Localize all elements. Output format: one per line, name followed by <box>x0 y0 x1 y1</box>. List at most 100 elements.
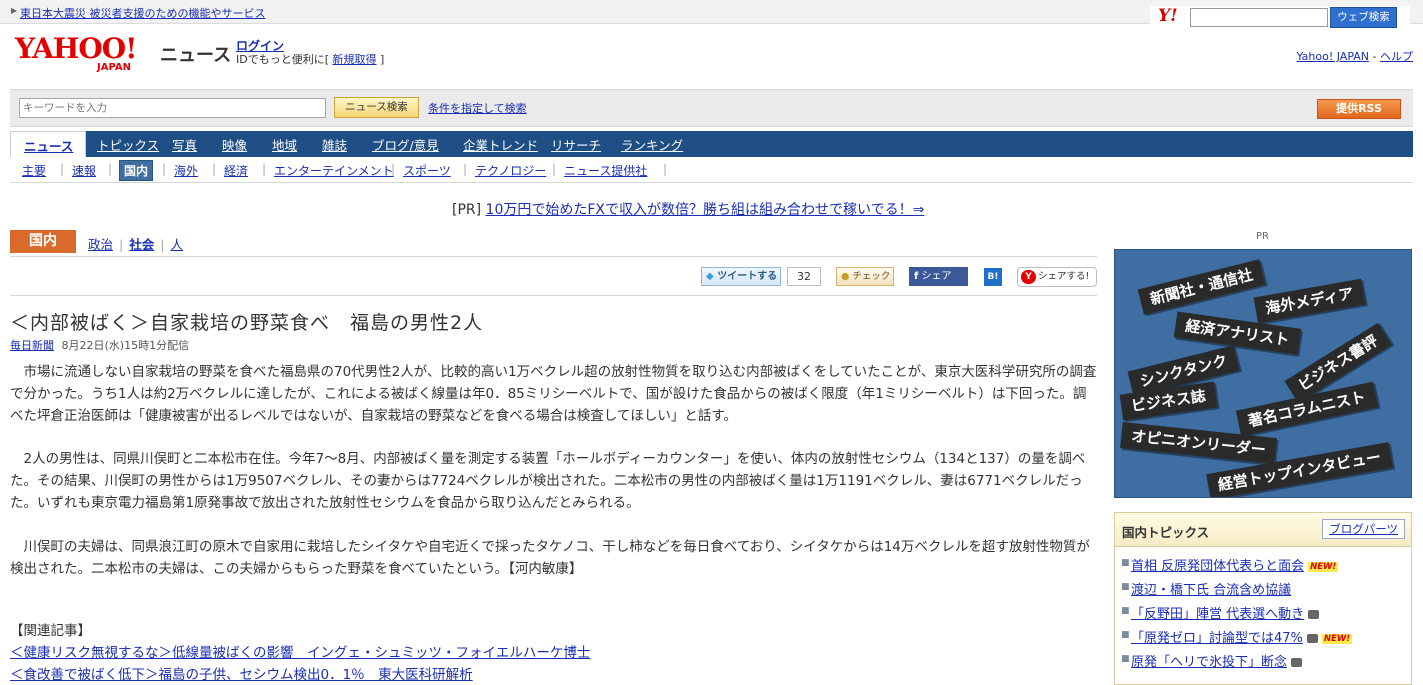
id-suffix: ] <box>380 53 385 66</box>
topic-link[interactable]: 「原発ゼロ」討論型では47% <box>1131 631 1303 646</box>
subnav-economy[interactable]: 経済 <box>224 162 248 179</box>
tweet-button[interactable]: ◆ ツイートする <box>701 267 781 286</box>
subnav-entertainment[interactable]: エンターテインメント <box>274 162 394 179</box>
web-search-button[interactable]: ウェブ検索 <box>1330 7 1397 28</box>
subnav-sep: | <box>262 162 267 176</box>
topics-header: 国内トピックス ブログパーツ <box>1115 513 1411 547</box>
yahoo-share-button[interactable]: Y シェアする! <box>1017 267 1097 287</box>
subnav-sep: | <box>663 162 668 176</box>
news-search-bar: ニュース検索 条件を指定して検索 提供RSS <box>10 89 1413 127</box>
nav-tab-news-label: ニュース <box>24 139 74 154</box>
nav-tab-blog[interactable]: ブログ/意見 <box>372 135 439 154</box>
nav-tab-topics[interactable]: トピックス <box>97 135 159 154</box>
subnav-providers[interactable]: ニュース提供社 <box>564 162 647 179</box>
nav-tab-video[interactable]: 映像 <box>222 135 247 154</box>
category-badge: 国内 <box>10 230 76 253</box>
yahoo-share-label: シェアする! <box>1038 271 1090 282</box>
subnav-sep: | <box>463 162 468 176</box>
article-date: 8月22日(水)15時1分配信 <box>61 339 190 352</box>
related-link[interactable]: ＜食改善で被ばく低下＞福島の子供、セシウム検出0．1％ 東大医科研解析 <box>10 664 590 685</box>
nav-tab-magazines[interactable]: 雑誌 <box>322 135 347 154</box>
nav-tab-photos[interactable]: 写真 <box>172 135 197 154</box>
pr-prefix: [PR] <box>452 202 482 218</box>
camera-icon <box>1308 610 1320 619</box>
news-search-button[interactable]: ニュース検索 <box>334 97 419 118</box>
topic-item: ■ 原発「ヘリで氷投下」断念 <box>1121 651 1411 675</box>
subnav-flash[interactable]: 速報 <box>72 162 96 179</box>
bullet-icon: ■ <box>1121 654 1130 664</box>
subnav-sports[interactable]: スポーツ <box>403 162 451 179</box>
new-badge: NEW! <box>1308 562 1339 572</box>
related-heading: 【関連記事】 <box>10 623 91 639</box>
disaster-support-link[interactable]: 東日本大震災 被災者支援のための機能やサービス <box>20 5 266 21</box>
nav-tab-news[interactable]: ニュース <box>10 131 86 157</box>
triangle-icon: ▶ <box>11 6 18 15</box>
bullet-icon: ■ <box>1121 582 1130 592</box>
help-link[interactable]: ヘルプ <box>1380 50 1413 63</box>
sidebar-pr-label: PR <box>1256 231 1269 242</box>
subnav-technology[interactable]: テクノロジー <box>475 162 546 179</box>
subnav-sep: | <box>162 162 167 176</box>
yahoo-japan-link[interactable]: Yahoo! JAPAN <box>1296 50 1369 63</box>
divider <box>10 295 1097 296</box>
blog-parts-button[interactable]: ブログパーツ <box>1322 519 1405 539</box>
subnav-sep: | <box>108 162 113 176</box>
article-body: 市場に流通しない自家栽培の野菜を食べた福島県の70代男性2人が、比較的高い1万ベ… <box>10 362 1097 602</box>
bullet-icon: ■ <box>1121 630 1130 640</box>
facebook-label: シェア <box>921 271 952 282</box>
yahoo-japan-logo[interactable]: YAHOO! JAPAN <box>15 35 157 75</box>
logo-main: YAHOO! <box>15 32 137 65</box>
news-search-input[interactable] <box>19 98 326 118</box>
topic-link[interactable]: 首相 反原発団体代表らと面会 <box>1131 559 1304 574</box>
rss-button[interactable]: 提供RSS <box>1317 99 1401 119</box>
topic-link[interactable]: 原発「ヘリで氷投下」断念 <box>1131 655 1287 670</box>
nav-tab-local[interactable]: 地域 <box>272 135 297 154</box>
article-source-link[interactable]: 毎日新聞 <box>10 339 54 352</box>
tweet-label: ツイートする <box>717 271 778 282</box>
mixi-icon: ● <box>841 271 850 282</box>
media-ad-banner[interactable]: 新聞社・通信社 海外メディア 経済アナリスト シンクタンク ビジネス書評 ビジネ… <box>1114 249 1412 498</box>
yahoo-mini-logo: Y! <box>1158 6 1178 26</box>
header-sep: - <box>1372 50 1377 63</box>
topics-title: 国内トピックス <box>1122 525 1210 540</box>
facebook-share-button[interactable]: f シェア <box>909 267 968 286</box>
tweet-count: 32 <box>787 267 821 286</box>
article-paragraph: 市場に流通しない自家栽培の野菜を食べた福島県の70代男性2人が、比較的高い1万ベ… <box>10 364 1097 424</box>
twitter-bird-icon: ◆ <box>706 271 714 282</box>
topics-list: ■ 首相 反原発団体代表らと面会 NEW! ■ 渡辺・橋下氏 合流含め協議 ■ 「反野田… <box>1115 547 1411 675</box>
logo-sub: JAPAN <box>97 62 131 73</box>
id-prefix: IDでもっと便利に[ <box>236 53 330 66</box>
sub-nav: 主要 | 速報 | 国内 | 海外 | 経済 | エンターテインメント | スポ… <box>10 157 1413 183</box>
category-society[interactable]: 社会 <box>129 237 154 252</box>
mixi-check-button[interactable]: ● チェック <box>836 267 894 286</box>
nav-tab-trends[interactable]: 企業トレンド <box>463 135 538 154</box>
category-politics[interactable]: 政治 <box>88 237 113 252</box>
pr-ad-link[interactable]: 10万円で始めたFXで収入が数倍？勝ち組は組み合わせで稼いでる！⇒ <box>486 202 925 218</box>
advanced-search-link[interactable]: 条件を指定して検索 <box>428 100 527 116</box>
camera-icon <box>1291 658 1303 667</box>
nav-tab-ranking[interactable]: ランキング <box>621 135 683 154</box>
subnav-main[interactable]: 主要 <box>22 162 46 179</box>
related-link[interactable]: ＜健康リスク無視するな＞低線量被ばくの影響 イングェ・シュミッツ・フォイエルハー… <box>10 642 590 664</box>
topic-link[interactable]: 「反野田」陣営 代表選へ動き <box>1131 607 1304 622</box>
web-search-box: Y! ウェブ検索 <box>1150 6 1410 30</box>
article-title: ＜内部被ばく＞自家栽培の野菜食べ 福島の男性2人 <box>10 312 484 334</box>
domestic-topics-box: 国内トピックス ブログパーツ ■ 首相 反原発団体代表らと面会 NEW! ■ 渡辺・橋… <box>1114 512 1412 685</box>
subnav-domestic[interactable]: 国内 <box>119 160 154 181</box>
topic-item: ■ 「反野田」陣営 代表選へ動き <box>1121 603 1411 627</box>
register-link[interactable]: 新規取得 <box>333 53 377 66</box>
divider <box>10 256 1097 257</box>
web-search-input[interactable] <box>1190 8 1328 27</box>
section-title: ニュース <box>160 45 232 66</box>
nav-tab-research[interactable]: リサーチ <box>551 135 601 154</box>
topic-item: ■ 渡辺・橋下氏 合流含め協議 <box>1121 579 1411 603</box>
category-people[interactable]: 人 <box>170 237 183 252</box>
topic-item: ■ 首相 反原発団体代表らと面会 NEW! <box>1121 555 1411 579</box>
subnav-world[interactable]: 海外 <box>174 162 198 179</box>
bullet-icon: ■ <box>1121 606 1130 616</box>
subnav-sep: | <box>60 162 65 176</box>
topic-link[interactable]: 渡辺・橋下氏 合流含め協議 <box>1131 583 1291 598</box>
hatena-bookmark-button[interactable]: B! <box>984 268 1002 286</box>
new-badge: NEW! <box>1321 634 1353 644</box>
ad-band: 海外メディア <box>1253 278 1366 324</box>
